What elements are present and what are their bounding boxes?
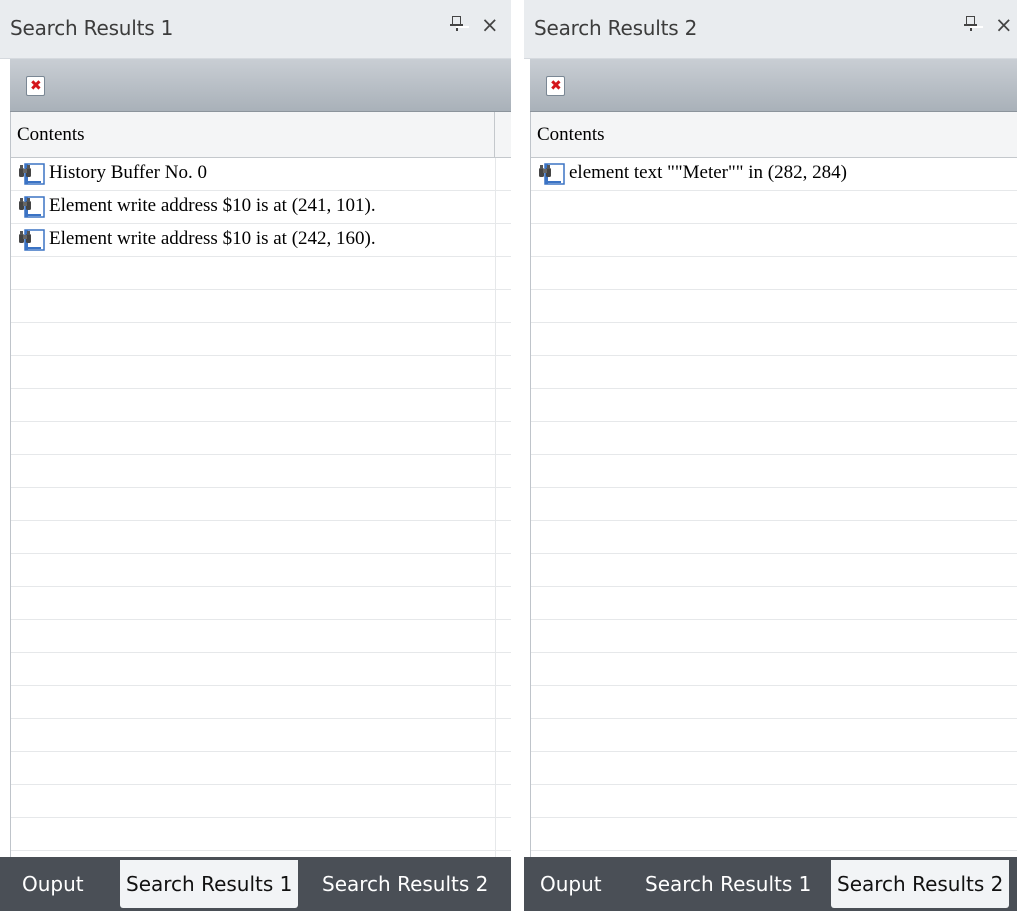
empty-row xyxy=(11,752,511,785)
binoculars-doc-icon xyxy=(18,195,45,219)
results-toolbar: ✖ xyxy=(10,59,511,112)
result-row-text: History Buffer No. 0 xyxy=(49,162,207,183)
contents-column-header[interactable]: Contents xyxy=(11,112,495,157)
pane-titlebar: Search Results 1 × xyxy=(0,0,511,59)
tab-bar: Ouput Search Results 1 Search Results 2 xyxy=(524,857,1017,911)
empty-row xyxy=(531,257,1017,290)
result-row-text: Element write address $10 is at (242, 16… xyxy=(49,228,376,249)
results-list: Contents History Buffer No. 0 Element wri… xyxy=(10,112,511,857)
empty-row xyxy=(11,554,511,587)
tab-search-results-1[interactable]: Search Results 1 xyxy=(120,860,299,908)
result-row-text: Element write address $10 is at (241, 10… xyxy=(49,195,376,216)
empty-row xyxy=(531,554,1017,587)
clear-results-icon: ✖ xyxy=(550,78,562,94)
pane-title: Search Results 2 xyxy=(534,16,698,40)
tab-bar: Ouput Search Results 1 Search Results 2 xyxy=(0,857,511,911)
tab-search-results-2[interactable]: Search Results 2 xyxy=(831,860,1010,908)
empty-row xyxy=(11,389,511,422)
empty-row xyxy=(11,521,511,554)
result-row[interactable]: Element write address $10 is at (241, 10… xyxy=(11,191,511,224)
empty-row xyxy=(11,620,511,653)
tab-output[interactable]: Ouput xyxy=(22,857,84,911)
empty-row xyxy=(531,356,1017,389)
empty-row xyxy=(11,356,511,389)
empty-row xyxy=(11,257,511,290)
empty-row xyxy=(531,587,1017,620)
empty-row xyxy=(11,785,511,818)
empty-row xyxy=(531,686,1017,719)
empty-row xyxy=(531,455,1017,488)
column-header-label: Contents xyxy=(17,124,85,145)
pane-title: Search Results 1 xyxy=(10,16,174,40)
list-header: Contents xyxy=(11,112,511,158)
column-header-label: Contents xyxy=(537,124,605,145)
contents-column-header[interactable]: Contents xyxy=(531,112,1017,157)
empty-row xyxy=(531,323,1017,356)
clear-results-button[interactable]: ✖ xyxy=(26,76,45,96)
empty-row xyxy=(531,719,1017,752)
binoculars-doc-icon xyxy=(18,162,45,186)
result-rows: History Buffer No. 0 Element write addres… xyxy=(11,158,511,857)
empty-row xyxy=(531,752,1017,785)
empty-row xyxy=(531,653,1017,686)
empty-row xyxy=(531,422,1017,455)
empty-row xyxy=(531,488,1017,521)
result-row[interactable]: History Buffer No. 0 xyxy=(11,158,511,191)
tab-search-results-1[interactable]: Search Results 1 xyxy=(645,857,811,911)
list-header: Contents xyxy=(531,112,1017,158)
empty-row xyxy=(11,719,511,752)
empty-row xyxy=(531,191,1017,224)
search-results-2-pane: Search Results 2 × ✖ Contents element te… xyxy=(524,0,1017,911)
result-row-text: element text ""Meter"" in (282, 284) xyxy=(569,162,847,183)
binoculars-doc-icon xyxy=(18,228,45,252)
pane-gutter xyxy=(511,0,524,911)
empty-row xyxy=(531,818,1017,851)
binoculars-doc-icon xyxy=(538,162,565,186)
search-results-1-pane: Search Results 1 × ✖ Contents History Bu… xyxy=(0,0,511,911)
pin-icon[interactable] xyxy=(450,15,464,36)
close-icon[interactable]: × xyxy=(995,13,1013,37)
empty-row xyxy=(11,422,511,455)
results-list: Contents element text ""Meter"" in (282,… xyxy=(530,112,1017,857)
results-toolbar: ✖ xyxy=(530,59,1017,112)
empty-row xyxy=(11,290,511,323)
empty-row xyxy=(11,818,511,851)
result-rows: element text ""Meter"" in (282, 284) xyxy=(531,158,1017,857)
clear-results-icon: ✖ xyxy=(30,78,42,94)
result-row[interactable]: Element write address $10 is at (242, 16… xyxy=(11,224,511,257)
empty-row xyxy=(531,224,1017,257)
empty-row xyxy=(531,620,1017,653)
close-icon[interactable]: × xyxy=(481,13,499,37)
empty-row xyxy=(531,785,1017,818)
tab-output[interactable]: Ouput xyxy=(540,857,602,911)
empty-row xyxy=(11,686,511,719)
pin-icon[interactable] xyxy=(964,15,978,36)
empty-row xyxy=(11,587,511,620)
empty-row xyxy=(531,290,1017,323)
empty-row xyxy=(11,488,511,521)
clear-results-button[interactable]: ✖ xyxy=(546,76,565,96)
empty-row xyxy=(11,455,511,488)
empty-row xyxy=(11,323,511,356)
pane-titlebar: Search Results 2 × xyxy=(524,0,1017,59)
column-divider xyxy=(495,158,496,857)
empty-row xyxy=(11,653,511,686)
empty-row xyxy=(531,521,1017,554)
result-row[interactable]: element text ""Meter"" in (282, 284) xyxy=(531,158,1017,191)
empty-row xyxy=(531,389,1017,422)
tab-search-results-2[interactable]: Search Results 2 xyxy=(322,857,488,911)
